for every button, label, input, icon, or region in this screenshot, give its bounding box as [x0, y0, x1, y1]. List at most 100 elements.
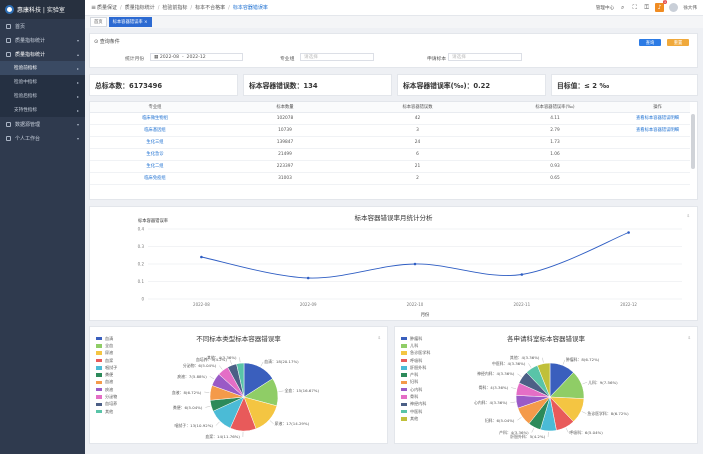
breadcrumb-separator: / — [228, 4, 230, 11]
breadcrumb-item[interactable]: 标本不合格率 — [195, 4, 225, 11]
search-icon[interactable]: ⌕ — [619, 4, 626, 11]
breadcrumb-item[interactable]: 质量保证 — [97, 4, 117, 11]
group-link[interactable]: 生化急诊 — [90, 148, 220, 161]
slice-label: 肿瘤科：8(6.72%) — [565, 357, 600, 363]
table-cell: 0.65 — [485, 172, 625, 185]
home-icon — [6, 23, 11, 29]
group-select[interactable]: 请选择 — [300, 53, 374, 61]
chart-icon — [6, 51, 11, 57]
stat-target: 目标值：≤ 2 ‰ — [551, 74, 698, 96]
table-cell: 24 — [350, 136, 485, 149]
chevron-right-icon: ▸ — [76, 65, 79, 71]
type-placeholder: 请选择 — [452, 55, 466, 60]
chart-icon — [6, 37, 11, 43]
label-leader — [531, 428, 535, 433]
table-cell: 21 — [350, 160, 485, 173]
sidebar-item-label: 首页 — [15, 23, 26, 30]
sidebar-item-support[interactable]: 支持性指标 ▸ — [0, 103, 85, 117]
date-label: 统计月份 — [125, 57, 145, 62]
group-link[interactable]: 生化三组 — [90, 136, 220, 149]
label-leader — [565, 428, 569, 433]
department-select[interactable]: 管理中心 — [596, 5, 614, 11]
detail-link[interactable] — [625, 160, 690, 173]
fullscreen-icon[interactable]: ⛶ — [631, 4, 638, 11]
sidebar-item-label: 质量指标统计 — [15, 37, 46, 44]
database-icon — [6, 121, 11, 127]
label-leader — [582, 381, 588, 385]
filter-panel: ⊙ 查询条件 查询 重置 统计月份 ▦ 2022-08 - 2022-12 专业… — [89, 33, 698, 68]
y-tick-label: 0 — [141, 297, 144, 302]
reset-button[interactable]: 重置 — [667, 39, 689, 46]
bell-icon[interactable]: ♪ 1 — [655, 0, 668, 12]
stat-total: 总标本数：6173496 — [89, 74, 238, 96]
x-tick-label: 2022-12 — [620, 302, 637, 307]
sidebar-item-quality-stats[interactable]: 质量指标统计 ▾ — [0, 33, 85, 47]
label-leader — [517, 373, 522, 377]
scrollbar[interactable] — [691, 114, 695, 169]
breadcrumb-item[interactable]: 质量指标统计 — [125, 4, 155, 11]
slice-label: 粪便：6(5.04%) — [172, 404, 203, 410]
group-link[interactable]: 临床免疫组 — [90, 172, 220, 185]
breadcrumb-separator: / — [120, 4, 122, 11]
detail-link[interactable] — [625, 172, 690, 185]
sidebar-item-label: 数据源管理 — [15, 121, 41, 128]
table-row: 生化三组 139847 24 1.73 — [90, 136, 690, 149]
breadcrumb-item[interactable]: 检验前指标 — [162, 4, 187, 11]
pie-chart-dept-card: 各申请科室标本容器错误率 ⇩ 肿瘤科 儿科 急诊医学科 呼吸科 肝胆外科 产科 妇科 心内科骨… — [394, 326, 698, 444]
label-leader — [239, 357, 241, 363]
label-leader — [517, 417, 522, 421]
pie2-svg — [510, 357, 588, 437]
sidebar-item-post-analysis[interactable]: 检验后指标 ▸ — [0, 89, 85, 103]
sidebar-item-workbench[interactable]: 个人工作台 ▾ — [0, 131, 85, 145]
table-cell: 3 — [350, 124, 485, 137]
detail-link[interactable]: 查看标本容器错误明细 — [625, 124, 690, 137]
type-select[interactable]: 请选择 — [448, 53, 522, 61]
line-chart-svg: 0 0.1 0.2 0.3 0.4 标本容器错误率月份 2022-08 2022-09 2022… — [138, 217, 682, 318]
sidebar-item-analysis[interactable]: 检验中指标 ▸ — [0, 75, 85, 89]
menu-fold-icon[interactable]: ≡ — [90, 4, 97, 11]
search-button[interactable]: 查询 — [639, 39, 661, 46]
avatar[interactable] — [669, 3, 679, 12]
label-leader — [510, 401, 516, 403]
group-link[interactable]: 临床微生物组 — [90, 112, 220, 125]
user-name[interactable]: 徐大伟 — [683, 5, 697, 11]
date-range-input[interactable]: ▦ 2022-08 - 2022-12 — [150, 53, 243, 61]
slice-label: 中医科：4(3.36%) — [491, 360, 526, 366]
y-tick-label: 0.1 — [138, 279, 145, 284]
slice-label: 血清：18(20.17%) — [264, 359, 299, 365]
slice-label: 心内科：4(3.36%) — [473, 400, 508, 406]
detail-link[interactable] — [625, 136, 690, 149]
table-cell: 1.06 — [485, 148, 625, 161]
y-tick-label: 0.3 — [138, 244, 145, 249]
label-leader — [278, 390, 284, 392]
detail-link[interactable] — [625, 148, 690, 161]
slice-label: 全血：15(16.67%) — [284, 388, 320, 394]
sidebar-item-quality-stats-2[interactable]: 质量指标统计 ▴ — [0, 47, 85, 61]
table-row: 临床微生物组 102078 42 4.11 查看标本容器错误明细 — [90, 112, 690, 125]
group-link[interactable]: 临床基因组 — [90, 124, 220, 137]
table-cell: 1.73 — [485, 136, 625, 149]
label-leader — [215, 421, 220, 426]
breadcrumb-separator: / — [190, 4, 193, 11]
detail-link[interactable]: 查看标本容器错误明细 — [625, 112, 690, 125]
table-cell: 6 — [350, 148, 485, 161]
sidebar-item-home[interactable]: 首页 — [0, 19, 85, 33]
column-header: 专业组 — [90, 102, 220, 113]
tag-current[interactable]: 标本容器错误率 × — [108, 17, 152, 27]
label-leader — [562, 359, 566, 365]
table-row: 生化急诊 21499 6 1.06 — [90, 148, 690, 161]
slice-label: 骨科：4(3.36%) — [478, 385, 509, 391]
group-link[interactable]: 生化二组 — [90, 160, 220, 173]
label-leader — [269, 420, 274, 425]
chevron-right-icon: ▸ — [76, 107, 79, 113]
slice-label: 其他：4(3.36%) — [509, 355, 540, 361]
chevron-right-icon: ▸ — [76, 93, 79, 99]
filter-title-text: 查询条件 — [99, 39, 120, 45]
label-leader — [209, 376, 215, 380]
lock-icon[interactable]: ⚿ — [643, 4, 650, 11]
tag-home[interactable]: 首页 — [90, 17, 107, 27]
x-tick-label: 2022-09 — [300, 302, 317, 307]
x-axis-label: 月份 — [421, 311, 430, 318]
sidebar-item-pre-analysis[interactable]: 检验前指标 ▸ — [0, 61, 85, 75]
sidebar-item-datasource[interactable]: 数据源管理 ▾ — [0, 117, 85, 131]
